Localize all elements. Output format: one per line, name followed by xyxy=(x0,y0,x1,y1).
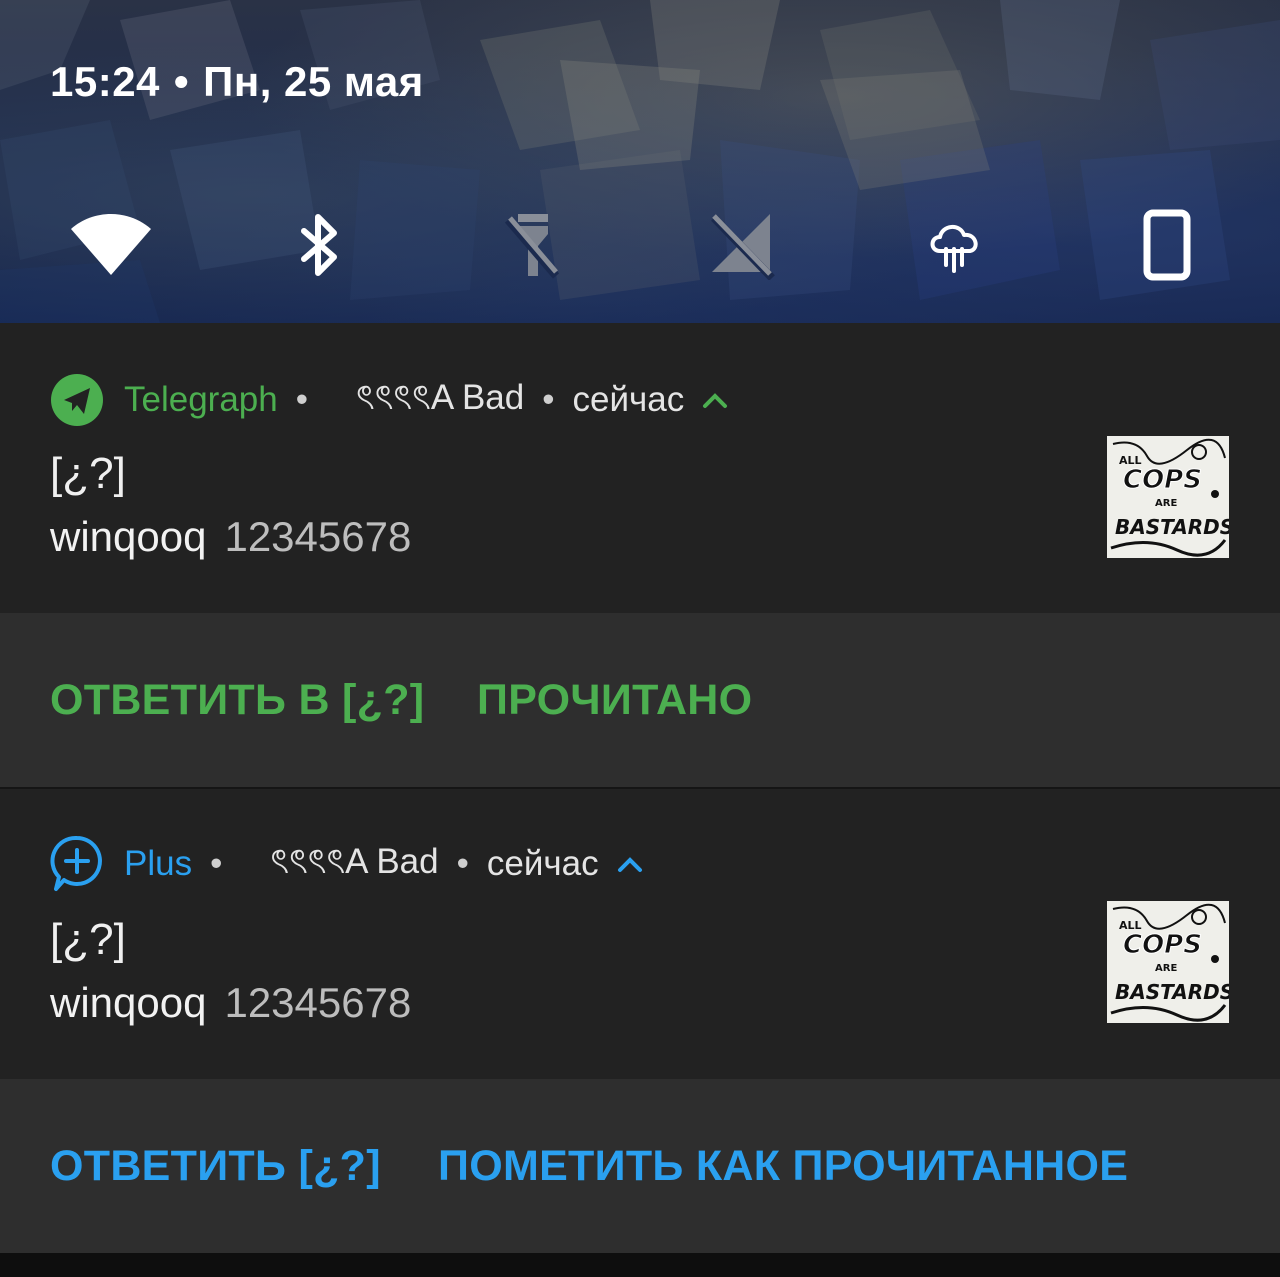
separator-dot: • xyxy=(542,379,555,419)
time-label: сейчас xyxy=(572,379,685,419)
clock-date: 15:24 • Пн, 25 мая xyxy=(50,58,424,106)
message-sender: winqooq xyxy=(50,979,207,1026)
notification-header: Plus • ৎৎৎৎA Bad • сейчас xyxy=(50,834,643,893)
date-label: Пн, 25 мая xyxy=(203,58,424,105)
wifi-icon xyxy=(71,214,151,275)
message-sender: winqooq xyxy=(50,513,207,560)
time-label: сейчас xyxy=(486,843,599,883)
separator-dot: • xyxy=(210,843,223,883)
telegram-plane-icon xyxy=(51,373,103,426)
app-name: Telegraph xyxy=(124,379,278,419)
sticker-thumbnail: ALL COPS ARE BASTARDS xyxy=(1107,436,1229,558)
sticker-text-are: ARE xyxy=(1155,963,1177,974)
sticker-text-bastards: BASTARDS xyxy=(1115,980,1229,1004)
notification-header: Telegraph • ৎৎৎৎA Bad • сейчас xyxy=(50,370,728,429)
bottom-edge xyxy=(0,1253,1280,1277)
sticker-text-cops: COPS xyxy=(1123,930,1202,960)
plus-messenger-icon xyxy=(50,835,102,891)
wallpaper-pattern xyxy=(0,0,1280,323)
mark-read-button[interactable]: ПОМЕТИТЬ КАК ПРОЧИТАННОЕ xyxy=(438,1142,1128,1191)
notification-actions-plus: ОТВЕТИТЬ [¿?] ПОМЕТИТЬ КАК ПРОЧИТАННОЕ xyxy=(0,1079,1280,1253)
reply-button[interactable]: ОТВЕТИТЬ [¿?] xyxy=(50,1142,381,1191)
screen-rotation-portrait-icon xyxy=(1143,209,1191,281)
tile-bluetooth[interactable] xyxy=(275,200,365,290)
clock-time: 15:24 xyxy=(50,58,160,105)
notification-body: winqooq 12345678 xyxy=(50,979,411,1027)
sticker-thumbnail: ALL COPS ARE BASTARDS xyxy=(1107,901,1229,1023)
chevron-up-icon[interactable] xyxy=(617,855,643,873)
app-name: Plus xyxy=(124,843,193,883)
sender-label: ৎৎৎৎA Bad xyxy=(270,842,439,881)
flashlight-off-icon xyxy=(504,214,560,279)
separator-dot: • xyxy=(456,843,469,883)
tile-wifi[interactable] xyxy=(66,200,156,290)
sticker-text-cops: COPS xyxy=(1123,465,1202,495)
weather-rain-icon xyxy=(930,225,978,273)
mobile-data-off-icon xyxy=(711,214,775,280)
separator-dot: • xyxy=(295,379,308,419)
message-text: 12345678 xyxy=(224,979,412,1026)
bluetooth-icon xyxy=(301,214,337,276)
tile-mobile-data[interactable] xyxy=(698,200,788,290)
notification-plus[interactable]: Plus • ৎৎৎৎA Bad • сейчас [¿?] winqooq 12… xyxy=(0,789,1280,1079)
notification-title: [¿?] xyxy=(50,915,126,964)
sticker-image: ALL COPS ARE BASTARDS xyxy=(1107,436,1229,558)
tile-flashlight[interactable] xyxy=(487,200,577,290)
quick-settings-header: 15:24 • Пн, 25 мая xyxy=(0,0,1280,323)
sticker-text-bastards: BASTARDS xyxy=(1115,515,1229,539)
tile-rotation[interactable] xyxy=(1122,200,1212,290)
sender-label: ৎৎৎৎA Bad xyxy=(356,378,525,417)
sticker-text-are: ARE xyxy=(1155,498,1177,509)
reply-button[interactable]: ОТВЕТИТЬ В [¿?] xyxy=(50,676,424,725)
tile-weather[interactable] xyxy=(911,200,1001,290)
message-text: 12345678 xyxy=(224,513,412,560)
notification-title: [¿?] xyxy=(50,449,126,498)
notification-body: winqooq 12345678 xyxy=(50,513,411,561)
separator-dot: • xyxy=(173,58,190,105)
sticker-image: ALL COPS ARE BASTARDS xyxy=(1107,901,1229,1023)
mark-read-button[interactable]: ПРОЧИТАНО xyxy=(477,676,752,725)
notification-telegraph[interactable]: Telegraph • ৎৎৎৎA Bad • сейчас [¿?] winq… xyxy=(0,323,1280,613)
chevron-up-icon[interactable] xyxy=(702,391,728,409)
notification-actions-telegraph: ОТВЕТИТЬ В [¿?] ПРОЧИТАНО xyxy=(0,613,1280,788)
